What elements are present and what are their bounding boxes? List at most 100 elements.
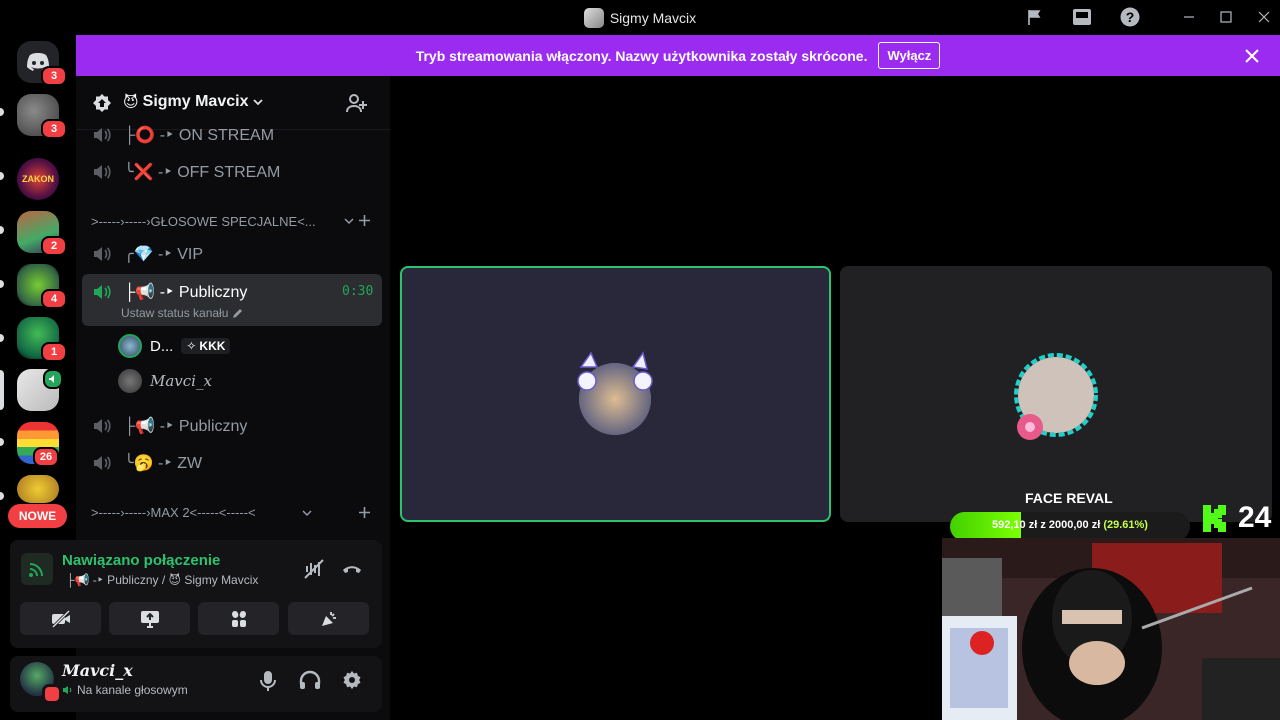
notification-badge: 26	[33, 447, 59, 467]
channel-name: ├📢 -‣ Publiczny	[124, 284, 248, 301]
gear-icon[interactable]	[342, 670, 362, 690]
soundboard-button[interactable]	[288, 602, 369, 635]
server-icon-9[interactable]	[17, 475, 59, 503]
participant-avatar	[577, 349, 653, 437]
server-name-text: Sigmy Mavcix	[142, 93, 249, 110]
channel-name: ╰❌ -‣ OFF STREAM	[124, 164, 281, 181]
set-channel-status[interactable]: Ustaw status kanału	[121, 306, 243, 320]
close-window-icon[interactable]	[1253, 6, 1275, 28]
progress-label: 592,10 zł z 2000,00 zł (29.61%)	[950, 519, 1190, 531]
connection-status[interactable]: Nawiązano połączenie	[62, 552, 220, 569]
server-name[interactable]: 😈 Sigmy Mavcix	[123, 93, 264, 111]
create-channel-icon[interactable]	[358, 214, 371, 227]
chevron-down-icon[interactable]	[302, 508, 312, 518]
status-hint-text: Ustaw status kanału	[121, 306, 229, 320]
progress-percent: (29.61%)	[1103, 519, 1148, 531]
pencil-icon	[233, 308, 243, 318]
soundboard-icon	[321, 611, 336, 626]
voice-member[interactable]: Mavci_x	[118, 366, 212, 396]
category-name: >-----›-----›MAX 2<-----<-----<	[91, 505, 256, 520]
create-channel-icon[interactable]	[358, 506, 371, 519]
minimize-icon[interactable]	[1178, 6, 1200, 28]
disable-streamer-mode-button[interactable]: Wyłącz	[878, 42, 941, 69]
category-glosowe-specjalne[interactable]: >-----›-----›GŁOSOWE SPECJALNE<...	[91, 214, 316, 229]
chevron-down-icon	[253, 99, 264, 106]
clan-tag-text: KKK	[199, 339, 226, 353]
participant-avatar	[1014, 349, 1100, 443]
inbox-icon[interactable]	[1071, 6, 1093, 28]
activities-button[interactable]	[198, 602, 279, 635]
progress-amount: 592,10 zł z 2000,00 zł	[992, 519, 1101, 531]
clan-tag: ✧ KKK	[181, 338, 231, 354]
devil-emoji-icon: 😈	[123, 94, 139, 111]
disconnect-icon[interactable]	[341, 560, 363, 578]
voice-channel-publiczny-2[interactable]: ├📢 -‣ Publiczny	[82, 408, 382, 444]
category-max-2[interactable]: >-----›-----›MAX 2<-----<-----<	[91, 505, 256, 520]
viewer-count: 24	[1238, 501, 1272, 534]
streamer-webcam	[942, 538, 1280, 720]
new-unreads-badge[interactable]: NOWE	[8, 504, 67, 528]
speaker-icon	[43, 369, 63, 389]
screen-share-icon	[140, 610, 159, 628]
selected-indicator	[0, 370, 4, 410]
avatar	[118, 369, 142, 393]
voice-channel-on-stream[interactable]: ├⭕ -‣ ON STREAM	[82, 117, 382, 153]
voice-locked-icon	[92, 163, 114, 181]
noise-suppression-icon[interactable]	[303, 558, 325, 580]
clan-icon: ✧	[186, 339, 197, 353]
avatar	[118, 334, 142, 358]
notification-badge: 1	[41, 342, 67, 362]
channel-name: ├⭕ -‣ ON STREAM	[124, 127, 275, 144]
headphones-icon[interactable]	[299, 670, 321, 690]
member-name: D...	[150, 337, 174, 355]
overlay-goal-title: FACE REVAL	[1025, 490, 1113, 506]
channel-name: ├📢 -‣ Publiczny	[124, 418, 248, 435]
server-icon-5[interactable]: 4	[17, 264, 67, 309]
voice-locked-icon	[92, 245, 114, 263]
category-name: >-----›-----›GŁOSOWE SPECJALNE<...	[91, 214, 316, 229]
voice-channel-zw[interactable]: ╰🥱 -‣ ZW	[82, 445, 382, 481]
svg-text:?: ?	[1126, 9, 1135, 25]
kick-logo-icon	[1203, 505, 1228, 532]
server-icon-8[interactable]: 26	[17, 422, 59, 467]
channel-name: ╰🥱 -‣ ZW	[124, 455, 203, 472]
server-icon-zakon[interactable]: ZAKON	[17, 158, 59, 200]
connection-location[interactable]: ├📢 -‣ Publiczny / 😈 Sigmy Mavcix	[66, 573, 258, 587]
channel-name: ╭💎 -‣ VIP	[124, 246, 203, 263]
server-icon-4[interactable]: 2	[17, 211, 67, 256]
activities-icon	[231, 610, 246, 627]
signal-icon[interactable]	[21, 553, 53, 585]
chevron-down-icon[interactable]	[344, 216, 354, 226]
member-name: Mavci_x	[150, 372, 212, 390]
invite-people-icon[interactable]	[346, 93, 368, 113]
speaker-active-icon	[92, 283, 114, 301]
voice-channel-vip[interactable]: ╭💎 -‣ VIP	[82, 236, 382, 272]
help-icon[interactable]: ?	[1119, 6, 1141, 28]
user-status-text: Na kanale głosowym	[77, 683, 188, 697]
user-name[interactable]: Mavci_x	[62, 661, 133, 680]
flag-icon[interactable]	[1024, 6, 1046, 28]
server-icon-sigmy-mavcix[interactable]	[17, 369, 63, 411]
maximize-icon[interactable]	[1215, 6, 1237, 28]
camera-off-button[interactable]	[20, 602, 101, 635]
close-icon[interactable]	[1242, 46, 1262, 66]
voice-locked-icon	[92, 454, 114, 472]
community-icon	[92, 93, 112, 113]
voice-member[interactable]: D... ✧ KKK	[118, 331, 231, 361]
direct-messages-button[interactable]: 3	[17, 41, 67, 86]
banner-text: Tryb streamowania włączony. Nazwy użytko…	[415, 47, 868, 64]
share-screen-button[interactable]	[109, 602, 190, 635]
dnd-status-icon	[42, 684, 62, 704]
server-icon-2[interactable]: 3	[17, 94, 67, 139]
streamer-mode-banner: Tryb streamowania włączony. Nazwy użytko…	[76, 35, 1280, 76]
microphone-icon[interactable]	[259, 670, 277, 692]
call-timer: 0:30	[342, 284, 374, 299]
voice-locked-icon	[92, 126, 114, 144]
server-icon-6[interactable]: 1	[17, 317, 67, 362]
voice-channel-off-stream[interactable]: ╰❌ -‣ OFF STREAM	[82, 154, 382, 190]
camera-off-icon	[51, 609, 70, 628]
server-avatar-icon	[583, 8, 604, 28]
donation-goal-progress: 592,10 zł z 2000,00 zł (29.61%)	[950, 512, 1190, 541]
notification-badge: 2	[41, 236, 67, 256]
user-status: Na kanale głosowym	[62, 683, 188, 697]
